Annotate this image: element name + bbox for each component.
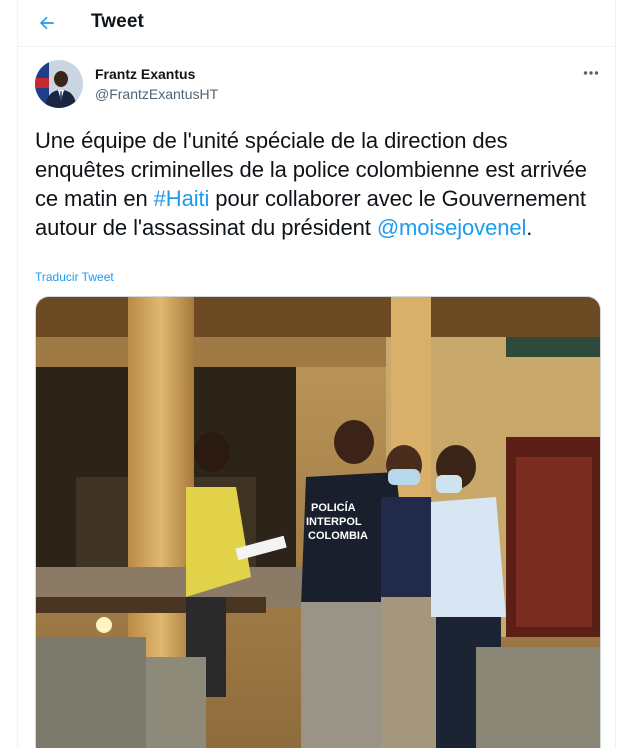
tweet-text-part3: .: [526, 215, 533, 240]
avatar-image: [35, 60, 83, 108]
more-horizontal-icon: [583, 71, 599, 75]
page-title: Tweet: [91, 11, 144, 32]
avatar[interactable]: [35, 60, 83, 108]
back-button[interactable]: [30, 6, 64, 40]
author-handle[interactable]: @FrantzExantusHT: [95, 86, 218, 102]
vest-line-3: COLOMBIA: [308, 530, 368, 542]
hashtag-link[interactable]: #Haiti: [154, 186, 210, 211]
tweet-column: Tweet Frantz Exantus @FrantzExantusHT Un…: [17, 0, 616, 748]
mention-link[interactable]: @moisejovenel: [377, 215, 527, 240]
more-button[interactable]: [580, 62, 602, 84]
tweet-author-header: Frantz Exantus @FrantzExantusHT: [18, 55, 615, 115]
vest-line-2: INTERPOL: [306, 516, 362, 528]
tweet-text: Une équipe de l'unité spéciale de la dir…: [35, 126, 595, 242]
arrow-left-icon: [40, 16, 54, 30]
tweet-photo[interactable]: POLICÍA INTERPOL COLOMBIA: [35, 296, 601, 748]
translate-tweet-link[interactable]: Traducir Tweet: [35, 270, 114, 284]
author-name[interactable]: Frantz Exantus: [95, 66, 195, 82]
top-bar: Tweet: [18, 0, 615, 47]
vest-line-1: POLICÍA: [311, 501, 356, 514]
photo-image: POLICÍA INTERPOL COLOMBIA: [36, 297, 600, 748]
